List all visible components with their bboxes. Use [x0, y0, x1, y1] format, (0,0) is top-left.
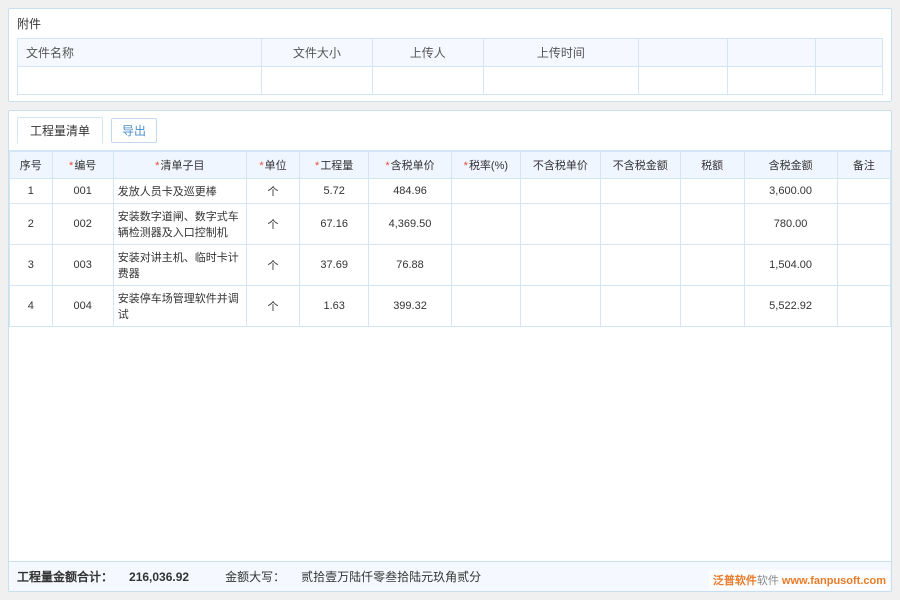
- th-tax-rate: *税率(%): [451, 152, 520, 179]
- attach-empty-row: [18, 67, 883, 95]
- cell[interactable]: [600, 179, 680, 204]
- th-untaxed-amount: 不含税金额: [600, 152, 680, 179]
- cell[interactable]: 1: [10, 179, 53, 204]
- cell[interactable]: 399.32: [369, 286, 452, 327]
- cell[interactable]: [451, 286, 520, 327]
- cell[interactable]: 2: [10, 204, 53, 245]
- table-row[interactable]: 4004安装停车场管理软件并调试个1.63399.32 5,522.92: [10, 286, 891, 327]
- engineering-section: 工程量清单 导出: [8, 110, 892, 592]
- cell[interactable]: [600, 204, 680, 245]
- total-label: 工程量金额合计：: [17, 568, 113, 585]
- main-container: 附件 文件名称 文件大小 上传人 上传时间: [0, 0, 900, 600]
- cell[interactable]: [680, 286, 744, 327]
- cell[interactable]: [680, 179, 744, 204]
- table-row[interactable]: 1001发放人员卡及巡更棒个5.72484.96 3,600.00: [10, 179, 891, 204]
- cell[interactable]: 5,522.92: [744, 286, 837, 327]
- amount-text: 贰拾壹万陆仟零叁拾陆元玖角贰分: [301, 568, 481, 585]
- cell[interactable]: 1,504.00: [744, 245, 837, 286]
- cell[interactable]: 484.96: [369, 179, 452, 204]
- cell[interactable]: 002: [52, 204, 113, 245]
- export-button[interactable]: 导出: [111, 118, 157, 143]
- total-value: 216,036.92: [129, 570, 189, 584]
- cell[interactable]: [520, 204, 600, 245]
- cell[interactable]: 1.63: [300, 286, 369, 327]
- attachment-title: 附件: [17, 15, 883, 32]
- attach-col-extra2: [727, 39, 816, 67]
- cell[interactable]: [837, 179, 890, 204]
- attachment-section: 附件 文件名称 文件大小 上传人 上传时间: [8, 8, 892, 102]
- unit-required: *: [259, 160, 263, 172]
- attach-col-filesize: 文件大小: [261, 39, 372, 67]
- cell[interactable]: [680, 245, 744, 286]
- name-required: *: [155, 160, 159, 172]
- cell[interactable]: 780.00: [744, 204, 837, 245]
- cell[interactable]: 个: [246, 286, 299, 327]
- tax-rate-required: *: [464, 160, 468, 172]
- cell[interactable]: [451, 245, 520, 286]
- th-untaxed-price: 不含税单价: [520, 152, 600, 179]
- th-name: *清单子目: [113, 152, 246, 179]
- attach-col-extra3: [816, 39, 883, 67]
- th-tax: 税额: [680, 152, 744, 179]
- cell[interactable]: 67.16: [300, 204, 369, 245]
- cell[interactable]: 个: [246, 204, 299, 245]
- attach-col-extra1: [639, 39, 728, 67]
- th-qty: *工程量: [300, 152, 369, 179]
- th-taxed-amount: 含税金额: [744, 152, 837, 179]
- code-required: *: [69, 160, 73, 172]
- cell[interactable]: [520, 245, 600, 286]
- cell[interactable]: 004: [52, 286, 113, 327]
- engineering-header: 工程量清单 导出: [9, 111, 891, 151]
- attachment-table: 文件名称 文件大小 上传人 上传时间: [17, 38, 883, 95]
- cell[interactable]: [680, 204, 744, 245]
- engineering-tab[interactable]: 工程量清单: [17, 117, 103, 144]
- table-row[interactable]: 3003安装对讲主机、临时卡计费器个37.6976.88 1,504.00: [10, 245, 891, 286]
- cell[interactable]: 001: [52, 179, 113, 204]
- engineering-table-wrapper[interactable]: 序号 *编号 *清单子目 *单位 *工程量: [9, 151, 891, 561]
- engineering-table: 序号 *编号 *清单子目 *单位 *工程量: [9, 151, 891, 327]
- cell[interactable]: 5.72: [300, 179, 369, 204]
- cell[interactable]: 4,369.50: [369, 204, 452, 245]
- cell[interactable]: [837, 286, 890, 327]
- th-taxed-price: *含税单价: [369, 152, 452, 179]
- cell[interactable]: 个: [246, 179, 299, 204]
- th-note: 备注: [837, 152, 890, 179]
- cell[interactable]: 37.69: [300, 245, 369, 286]
- th-seq: 序号: [10, 152, 53, 179]
- attach-col-filename: 文件名称: [18, 39, 262, 67]
- cell[interactable]: [520, 286, 600, 327]
- cell[interactable]: 3: [10, 245, 53, 286]
- cell[interactable]: 4: [10, 286, 53, 327]
- cell[interactable]: [600, 286, 680, 327]
- cell[interactable]: 3,600.00: [744, 179, 837, 204]
- cell[interactable]: [600, 245, 680, 286]
- watermark-brand: 泛普软件: [713, 575, 757, 587]
- cell[interactable]: [837, 204, 890, 245]
- cell[interactable]: [451, 204, 520, 245]
- cell[interactable]: [520, 179, 600, 204]
- table-row[interactable]: 2002安装数字道闸、数字式车辆检测器及入口控制机个67.164,369.50 7…: [10, 204, 891, 245]
- cell[interactable]: 76.88: [369, 245, 452, 286]
- th-unit: *单位: [246, 152, 299, 179]
- cell[interactable]: 安装对讲主机、临时卡计费器: [113, 245, 246, 286]
- attach-col-upload-time: 上传时间: [483, 39, 638, 67]
- watermark-url: www.fanpusoft.com: [782, 575, 886, 587]
- qty-required: *: [315, 160, 319, 172]
- cell[interactable]: 003: [52, 245, 113, 286]
- watermark: 泛普软件软件 www.fanpusoft.com: [709, 570, 890, 590]
- attach-col-uploader: 上传人: [372, 39, 483, 67]
- cell[interactable]: 安装数字道闸、数字式车辆检测器及入口控制机: [113, 204, 246, 245]
- th-code: *编号: [52, 152, 113, 179]
- cell[interactable]: [837, 245, 890, 286]
- cell[interactable]: 个: [246, 245, 299, 286]
- amount-label: 金额大写：: [225, 568, 285, 585]
- cell[interactable]: [451, 179, 520, 204]
- taxed-price-required: *: [385, 160, 389, 172]
- cell[interactable]: 安装停车场管理软件并调试: [113, 286, 246, 327]
- cell[interactable]: 发放人员卡及巡更棒: [113, 179, 246, 204]
